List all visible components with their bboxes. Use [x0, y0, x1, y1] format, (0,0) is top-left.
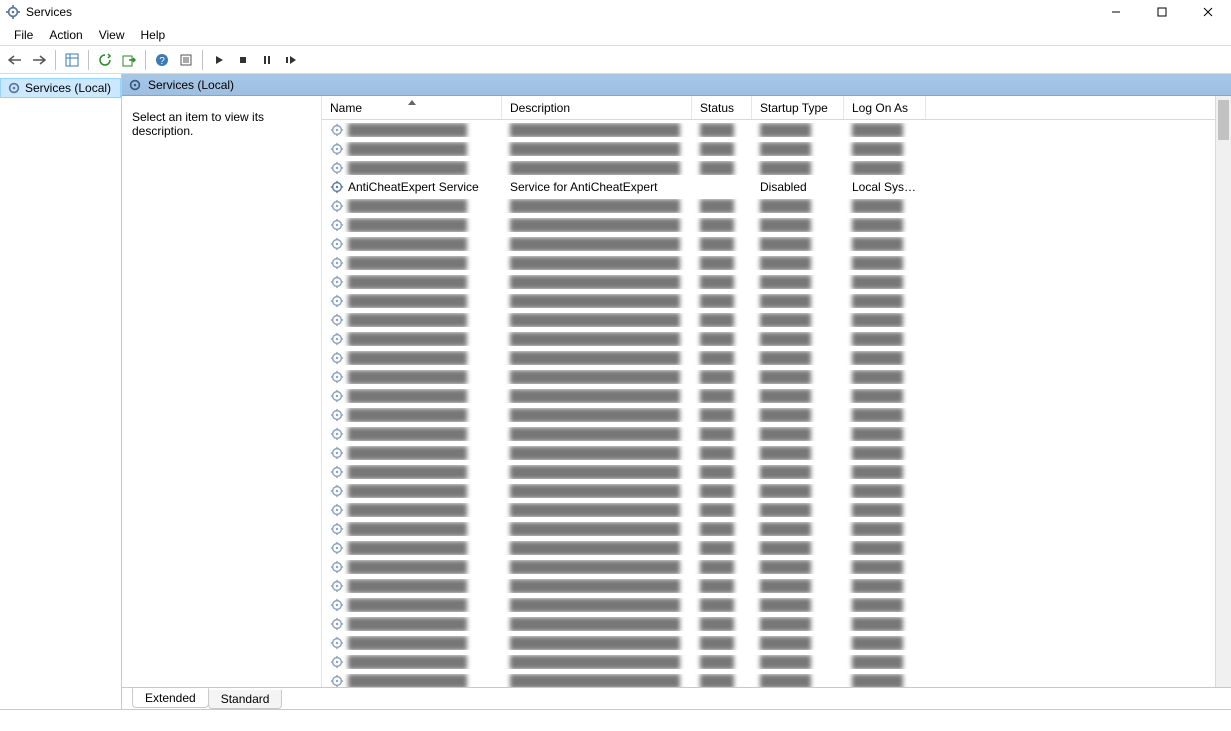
properties-button[interactable] [175, 49, 197, 71]
column-headers: Name Description Status Startup Type Log… [322, 96, 1231, 120]
app-icon [6, 5, 20, 19]
tree-services-local[interactable]: Services (Local) [0, 78, 121, 98]
status-bar [0, 709, 1231, 731]
tab-extended[interactable]: Extended [132, 688, 209, 708]
service-row-blurred[interactable]: ████████████████████████████████████████… [322, 652, 1231, 671]
service-row-blurred[interactable]: ████████████████████████████████████████… [322, 595, 1231, 614]
service-row-blurred[interactable]: ████████████████████████████████████████… [322, 462, 1231, 481]
service-row-blurred[interactable]: ████████████████████████████████████████… [322, 310, 1231, 329]
service-list: Name Description Status Startup Type Log… [322, 96, 1231, 687]
scrollbar-thumb[interactable] [1218, 100, 1229, 140]
column-logon[interactable]: Log On As [844, 96, 926, 119]
right-panel: Services (Local) Select an item to view … [122, 74, 1231, 709]
toolbar: ? [0, 46, 1231, 74]
gear-icon [128, 78, 142, 92]
menu-file[interactable]: File [6, 26, 41, 44]
toolbar-separator [55, 50, 56, 70]
description-pane: Select an item to view its description. [122, 96, 322, 687]
description-placeholder: Select an item to view its description. [132, 110, 264, 138]
console-tree: Services (Local) [0, 74, 122, 709]
start-service-button[interactable] [208, 49, 230, 71]
service-rows[interactable]: ████████████████████████████████████████… [322, 120, 1231, 687]
forward-button[interactable] [28, 49, 50, 71]
service-row-blurred[interactable]: ████████████████████████████████████████… [322, 576, 1231, 595]
window-title: Services [26, 5, 1093, 19]
service-row-blurred[interactable]: ████████████████████████████████████████… [322, 120, 1231, 139]
close-button[interactable] [1185, 0, 1231, 24]
maximize-button[interactable] [1139, 0, 1185, 24]
service-row-anticheat[interactable]: AntiCheatExpert ServiceService for AntiC… [322, 177, 1231, 196]
service-row-blurred[interactable]: ████████████████████████████████████████… [322, 386, 1231, 405]
cell-name: AntiCheatExpert Service [322, 180, 502, 194]
service-row-blurred[interactable]: ████████████████████████████████████████… [322, 443, 1231, 462]
service-row-blurred[interactable]: ████████████████████████████████████████… [322, 196, 1231, 215]
stop-service-button[interactable] [232, 49, 254, 71]
service-row-blurred[interactable]: ████████████████████████████████████████… [322, 557, 1231, 576]
gear-icon [7, 81, 21, 95]
view-tabs: Extended Standard [122, 687, 1231, 709]
refresh-button[interactable] [94, 49, 116, 71]
column-startup[interactable]: Startup Type [752, 96, 844, 119]
tree-root-label: Services (Local) [25, 81, 111, 95]
menu-action[interactable]: Action [41, 26, 90, 44]
toolbar-separator [88, 50, 89, 70]
menu-help[interactable]: Help [133, 26, 174, 44]
menu-view[interactable]: View [91, 26, 133, 44]
export-button[interactable] [118, 49, 140, 71]
column-name[interactable]: Name [322, 96, 502, 119]
svg-text:?: ? [159, 56, 165, 67]
service-row-blurred[interactable]: ████████████████████████████████████████… [322, 329, 1231, 348]
service-row-blurred[interactable]: ████████████████████████████████████████… [322, 481, 1231, 500]
service-row-blurred[interactable]: ████████████████████████████████████████… [322, 158, 1231, 177]
service-row-blurred[interactable]: ████████████████████████████████████████… [322, 671, 1231, 687]
show-hide-tree-button[interactable] [61, 49, 83, 71]
minimize-button[interactable] [1093, 0, 1139, 24]
cell-startup: Disabled [752, 180, 844, 194]
service-row-blurred[interactable]: ████████████████████████████████████████… [322, 424, 1231, 443]
service-row-blurred[interactable]: ████████████████████████████████████████… [322, 500, 1231, 519]
cell-logon: Local Syste... [844, 180, 926, 194]
help-button[interactable]: ? [151, 49, 173, 71]
title-bar: Services [0, 0, 1231, 24]
panel-header: Services (Local) [122, 74, 1231, 96]
service-row-blurred[interactable]: ████████████████████████████████████████… [322, 139, 1231, 158]
pause-service-button[interactable] [256, 49, 278, 71]
main-area: Services (Local) Services (Local) Select… [0, 74, 1231, 709]
tab-standard[interactable]: Standard [208, 690, 283, 709]
service-row-blurred[interactable]: ████████████████████████████████████████… [322, 272, 1231, 291]
column-status[interactable]: Status [692, 96, 752, 119]
vertical-scrollbar[interactable] [1215, 96, 1231, 687]
sort-asc-icon [408, 94, 416, 108]
service-row-blurred[interactable]: ████████████████████████████████████████… [322, 538, 1231, 557]
service-row-blurred[interactable]: ████████████████████████████████████████… [322, 519, 1231, 538]
toolbar-separator [202, 50, 203, 70]
menu-bar: File Action View Help [0, 24, 1231, 46]
service-row-blurred[interactable]: ████████████████████████████████████████… [322, 405, 1231, 424]
cell-description: Service for AntiCheatExpert [502, 180, 692, 194]
back-button[interactable] [4, 49, 26, 71]
service-row-blurred[interactable]: ████████████████████████████████████████… [322, 215, 1231, 234]
panel-header-title: Services (Local) [148, 78, 234, 92]
restart-service-button[interactable] [280, 49, 302, 71]
service-row-blurred[interactable]: ████████████████████████████████████████… [322, 291, 1231, 310]
service-row-blurred[interactable]: ████████████████████████████████████████… [322, 614, 1231, 633]
service-row-blurred[interactable]: ████████████████████████████████████████… [322, 633, 1231, 652]
toolbar-separator [145, 50, 146, 70]
service-row-blurred[interactable]: ████████████████████████████████████████… [322, 367, 1231, 386]
service-row-blurred[interactable]: ████████████████████████████████████████… [322, 253, 1231, 272]
column-description[interactable]: Description [502, 96, 692, 119]
service-row-blurred[interactable]: ████████████████████████████████████████… [322, 234, 1231, 253]
content-area: Select an item to view its description. … [122, 96, 1231, 687]
service-row-blurred[interactable]: ████████████████████████████████████████… [322, 348, 1231, 367]
